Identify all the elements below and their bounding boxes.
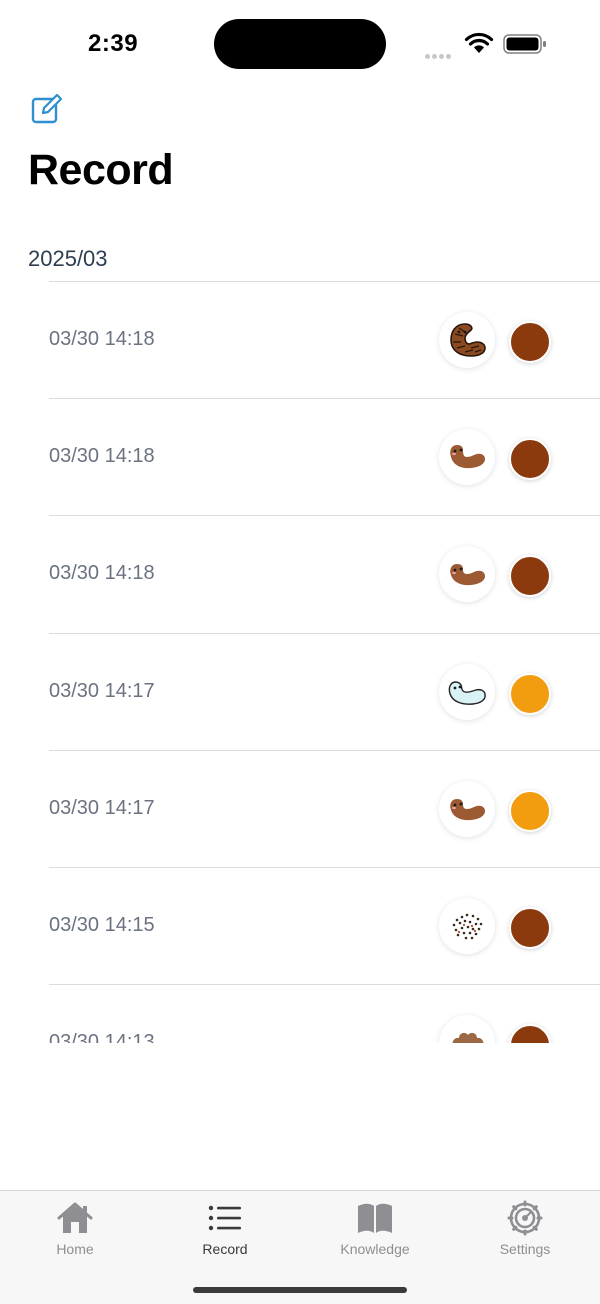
- record-row[interactable]: 03/30 14:17: [49, 749, 600, 867]
- stool-type-badge: [439, 429, 495, 486]
- stool-type-badge: [439, 546, 495, 603]
- record-time: 03/30 14:18: [49, 562, 155, 585]
- stool-color-dot: [509, 789, 551, 832]
- stool-type-badge: [439, 897, 495, 954]
- mushy-stool-icon: [452, 1032, 484, 1043]
- dynamic-island: [214, 19, 386, 69]
- compose-icon[interactable]: [30, 92, 64, 126]
- smooth-stool-icon: [450, 564, 485, 586]
- battery-icon: [503, 34, 546, 54]
- tab-record[interactable]: Record: [150, 1191, 300, 1261]
- pale-stool-icon: [448, 680, 486, 705]
- scattered-pellets-icon: [452, 913, 483, 940]
- status-bar: 2:39: [0, 0, 600, 88]
- record-row[interactable]: 03/30 14:13: [49, 984, 600, 1043]
- gear-icon: [507, 1200, 543, 1236]
- stool-color-dot: [509, 438, 551, 481]
- record-list[interactable]: 03/30 14:18 03/30 14:18 03/30 14:18 03/3…: [0, 281, 600, 1043]
- tab-home[interactable]: Home: [0, 1191, 150, 1261]
- stool-type-badge: [439, 663, 495, 720]
- lumpy-stool-icon: [450, 323, 486, 357]
- record-row[interactable]: 03/30 14:18: [49, 515, 600, 632]
- list-icon: [208, 1205, 241, 1231]
- cellular-signal-icon: [425, 46, 457, 59]
- record-time: 03/30 14:17: [49, 679, 155, 702]
- record-time: 03/30 14:18: [49, 445, 155, 468]
- wifi-icon: [464, 32, 494, 53]
- record-row[interactable]: 03/30 14:18: [49, 398, 600, 515]
- home-indicator: [193, 1287, 407, 1293]
- stool-type-badge: [439, 780, 495, 837]
- record-row[interactable]: 03/30 14:15: [49, 866, 600, 984]
- smooth-stool-icon: [450, 798, 485, 820]
- stool-color-dot: [509, 672, 551, 715]
- stool-color-dot: [509, 1024, 551, 1043]
- record-time: 03/30 14:17: [49, 796, 155, 819]
- tab-label: Home: [56, 1241, 94, 1257]
- section-header-month: 2025/03: [28, 246, 108, 271]
- tab-bar: Home Record Knowledge Settings: [0, 1190, 600, 1304]
- smooth-stool-icon: [450, 445, 485, 469]
- tab-label: Settings: [499, 1241, 551, 1257]
- record-time: 03/30 14:15: [49, 913, 155, 936]
- stool-type-badge: [439, 312, 495, 368]
- tab-label: Knowledge: [340, 1241, 410, 1257]
- record-row[interactable]: 03/30 14:17: [49, 632, 600, 750]
- tab-knowledge[interactable]: Knowledge: [300, 1191, 450, 1261]
- record-time: 03/30 14:13: [49, 1031, 155, 1043]
- stool-color-dot: [509, 906, 551, 949]
- page-title: Record: [28, 146, 174, 194]
- stool-color-dot: [509, 321, 551, 363]
- tab-settings[interactable]: Settings: [450, 1191, 600, 1261]
- record-time: 03/30 14:18: [49, 328, 155, 350]
- record-row[interactable]: 03/30 14:18: [49, 281, 600, 398]
- stool-type-badge: [439, 1015, 495, 1043]
- tab-label: Record: [202, 1241, 248, 1257]
- home-icon: [57, 1202, 93, 1233]
- stool-color-dot: [509, 555, 551, 598]
- status-time: 2:39: [88, 30, 139, 57]
- book-icon: [358, 1203, 392, 1233]
